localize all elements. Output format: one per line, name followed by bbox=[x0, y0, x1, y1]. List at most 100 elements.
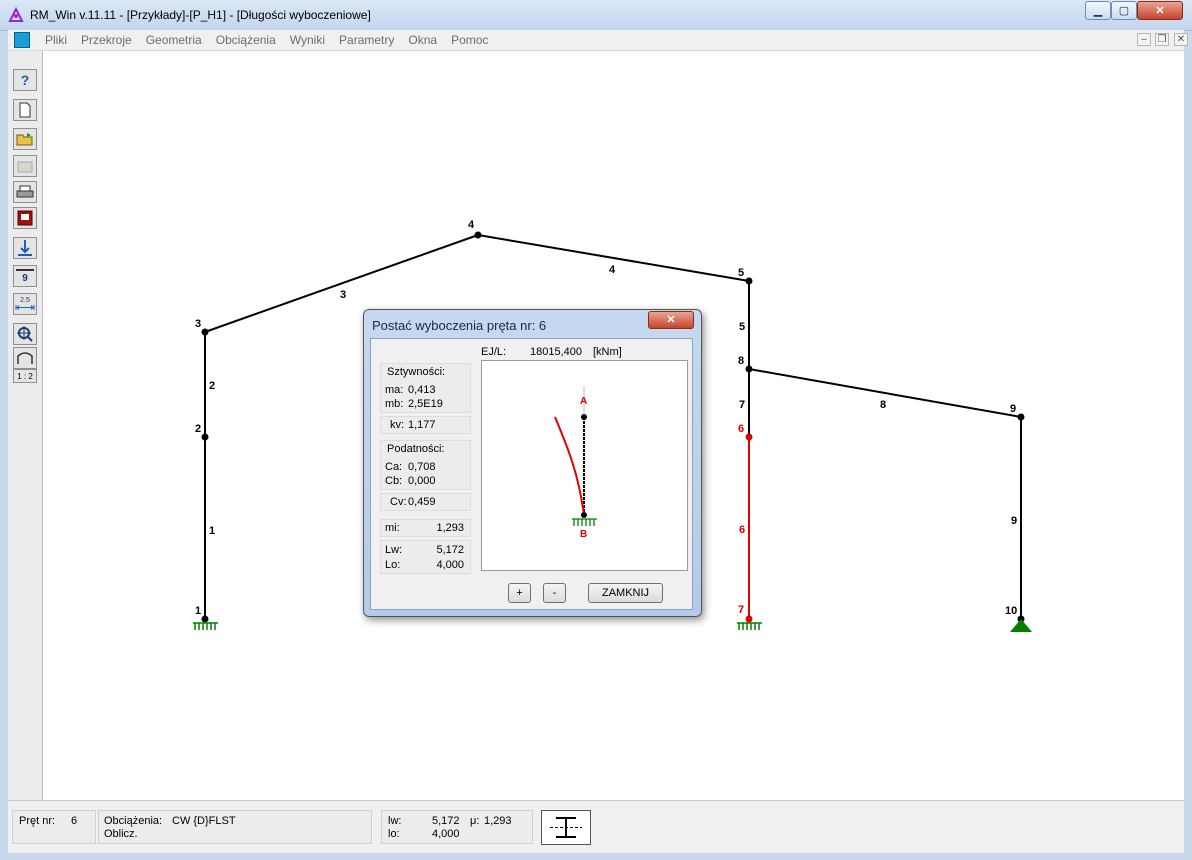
ma-label: ma: bbox=[385, 384, 404, 396]
bar-number-label: 9 bbox=[22, 272, 28, 284]
dimension-label: 2.5 bbox=[20, 297, 30, 304]
point-b-label: B bbox=[580, 529, 587, 540]
dialog-close-button[interactable]: ✕ bbox=[648, 311, 694, 329]
mdi-restore-button[interactable]: ❐ bbox=[1155, 33, 1169, 46]
bar-number-button[interactable]: 9 bbox=[13, 265, 37, 287]
bar-label-4: 4 bbox=[609, 264, 616, 276]
fixed-support-1 bbox=[193, 622, 218, 630]
mi-value: 1,293 bbox=[436, 522, 464, 534]
menu-wyniki[interactable]: Wyniki bbox=[283, 33, 332, 47]
menu-obciazenia[interactable]: Obciążenia bbox=[209, 33, 283, 47]
scale-button[interactable]: 1 : 2 bbox=[13, 369, 37, 383]
status-lw-value: 5,172 bbox=[432, 815, 460, 827]
menu-okna[interactable]: Okna bbox=[401, 33, 444, 47]
node-5[interactable] bbox=[745, 277, 753, 285]
buckling-curve bbox=[554, 416, 585, 516]
minimize-button[interactable]: ▁ bbox=[1085, 1, 1111, 20]
node-2[interactable] bbox=[201, 433, 209, 441]
node-8[interactable] bbox=[745, 365, 753, 373]
menu-przekroje[interactable]: Przekroje bbox=[74, 33, 139, 47]
compliance-header: Podatności: bbox=[387, 443, 445, 455]
node-1[interactable] bbox=[201, 615, 209, 623]
new-file-button[interactable] bbox=[13, 99, 37, 121]
lo-value: 4,000 bbox=[436, 559, 464, 571]
status-bar-label: Pręt nr: bbox=[19, 815, 56, 827]
bar-label-3: 3 bbox=[340, 289, 346, 301]
window-title: RM_Win v.11.11 - [Przykłady]-[P_H1] - [D… bbox=[30, 8, 371, 22]
mb-label: mb: bbox=[385, 398, 404, 410]
mdi-close-button[interactable]: ✕ bbox=[1174, 33, 1188, 46]
pinned-support-10 bbox=[1010, 619, 1032, 632]
node-6[interactable] bbox=[745, 433, 753, 441]
cv-group: Cv: 0,459 bbox=[380, 493, 471, 511]
dimension-button[interactable]: 2.5 bbox=[13, 293, 37, 315]
load-arrow-button[interactable] bbox=[13, 237, 37, 259]
kv-value: 1,177 bbox=[408, 419, 436, 431]
bar-label-6: 6 bbox=[739, 524, 745, 536]
folder-open-icon bbox=[16, 133, 33, 146]
arrow-down-icon bbox=[18, 240, 32, 256]
status-lw-label: lw: bbox=[388, 815, 402, 827]
cv-value: 0,459 bbox=[408, 496, 436, 508]
lo-label: Lo: bbox=[385, 559, 401, 571]
close-button[interactable]: ✕ bbox=[1137, 1, 1183, 20]
node-label-1: 1 bbox=[195, 605, 201, 617]
menu-pomoc[interactable]: Pomoc bbox=[444, 33, 495, 47]
status-calc-label: Oblicz. bbox=[104, 828, 138, 840]
save-disabled-button[interactable] bbox=[13, 155, 37, 177]
app-icon bbox=[8, 7, 24, 22]
help-button[interactable]: ? bbox=[13, 69, 37, 91]
menu-pliki[interactable]: Pliki bbox=[38, 33, 74, 47]
status-mu-value: 1,293 bbox=[484, 815, 512, 827]
dialog-body: Sztywności: ma: 0,413 mb: 2,5E19 kv: 1,1… bbox=[370, 338, 693, 610]
stiffness-group: Sztywności: ma: 0,413 mb: 2,5E19 bbox=[380, 363, 471, 413]
mi-label: mi: bbox=[385, 522, 400, 534]
buckling-shape-drawing: A B bbox=[554, 386, 597, 540]
bar-label-2: 2 bbox=[209, 380, 215, 392]
menu-geometria[interactable]: Geometria bbox=[139, 33, 209, 47]
open-file-button[interactable] bbox=[13, 128, 37, 150]
exit-door-icon bbox=[17, 210, 33, 226]
status-lo-label: lo: bbox=[388, 828, 400, 840]
help-icon: ? bbox=[20, 72, 30, 88]
fixed-support-7 bbox=[737, 622, 762, 630]
node-9[interactable] bbox=[1017, 413, 1025, 421]
kv-label: kv: bbox=[390, 419, 405, 431]
node-7[interactable] bbox=[745, 615, 753, 623]
zoom-icon bbox=[17, 326, 33, 342]
exit-button[interactable] bbox=[13, 207, 37, 229]
ma-value: 0,413 bbox=[408, 384, 436, 396]
ejl-unit: [kNm] bbox=[593, 346, 622, 358]
print-button[interactable] bbox=[13, 181, 37, 203]
frame-icon bbox=[17, 352, 33, 364]
status-mu-label: μ: bbox=[470, 815, 480, 827]
section-preview[interactable] bbox=[541, 810, 591, 845]
node-3[interactable] bbox=[201, 328, 209, 336]
save-icon bbox=[17, 161, 33, 173]
stiffness-header: Sztywności: bbox=[387, 366, 446, 378]
ca-value: 0,708 bbox=[408, 461, 436, 473]
dialog-title: Postać wyboczenia pręta nr: 6 bbox=[372, 318, 547, 333]
bar-label-7: 7 bbox=[739, 399, 745, 411]
bar-label-8: 8 bbox=[880, 399, 886, 411]
kv-group: kv: 1,177 bbox=[380, 416, 471, 434]
printer-icon bbox=[16, 185, 34, 198]
length-group: Lw: 5,172 Lo: 4,000 bbox=[380, 540, 471, 574]
node-label-10: 10 bbox=[1005, 605, 1017, 617]
node-4[interactable] bbox=[474, 231, 482, 239]
close-dialog-button[interactable]: ZAMKNIJ bbox=[588, 583, 663, 603]
zoom-button[interactable] bbox=[13, 323, 37, 345]
status-loads: Obciążenia: CW {D}FLST Oblicz. bbox=[98, 810, 372, 844]
zoom-out-button[interactable]: - bbox=[543, 583, 566, 603]
frame-view-button[interactable] bbox=[13, 347, 37, 369]
node-label-7: 7 bbox=[738, 604, 744, 616]
maximize-button[interactable]: ▢ bbox=[1111, 1, 1137, 20]
zoom-in-button[interactable]: + bbox=[508, 583, 531, 603]
mdi-minimize-button[interactable]: – bbox=[1137, 33, 1151, 46]
buckling-shape-plot: A B bbox=[481, 360, 688, 571]
mdi-document-icon[interactable] bbox=[14, 32, 30, 48]
compliance-group: Podatności: Ca: 0,708 Cb: 0,000 bbox=[380, 440, 471, 490]
node-label-4: 4 bbox=[468, 219, 475, 231]
menu-parametry[interactable]: Parametry bbox=[332, 33, 401, 47]
cb-value: 0,000 bbox=[408, 475, 436, 487]
